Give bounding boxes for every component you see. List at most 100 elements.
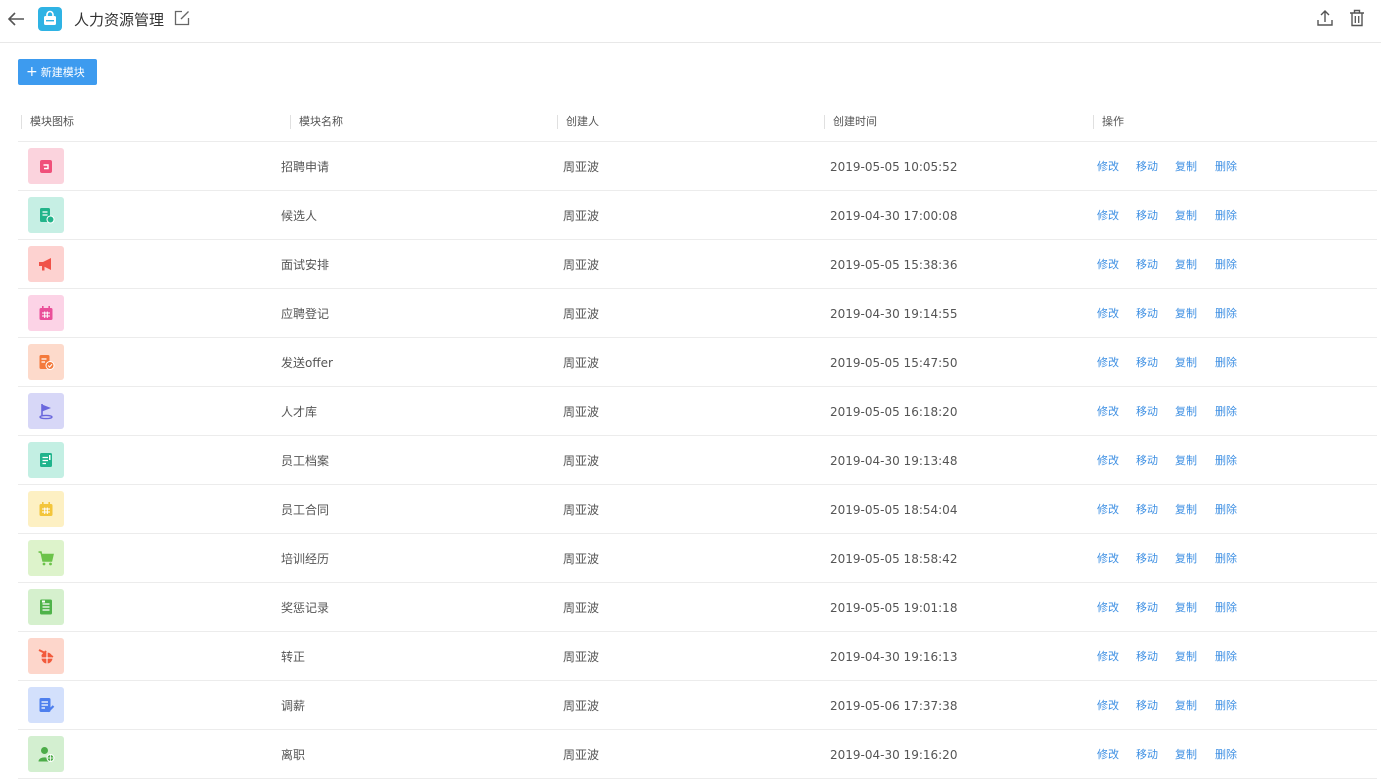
- delete-link[interactable]: 删除: [1215, 404, 1237, 420]
- delete-link[interactable]: 删除: [1215, 502, 1237, 518]
- move-link[interactable]: 移动: [1136, 306, 1158, 322]
- creator-name: 周亚波: [563, 650, 600, 664]
- move-link[interactable]: 移动: [1136, 649, 1158, 665]
- module-icon: [28, 638, 64, 674]
- new-module-button[interactable]: + 新建模块: [18, 59, 97, 85]
- megaphone-icon: [39, 258, 51, 271]
- move-link[interactable]: 移动: [1136, 698, 1158, 714]
- copy-link[interactable]: 复制: [1175, 404, 1197, 420]
- copy-link[interactable]: 复制: [1175, 551, 1197, 567]
- edit-link[interactable]: 修改: [1097, 649, 1119, 665]
- created-time: 2019-05-05 15:47:50: [830, 356, 958, 370]
- delete-link[interactable]: 删除: [1215, 551, 1237, 567]
- delete-link[interactable]: 删除: [1215, 355, 1237, 371]
- module-table: 模块图标 模块名称 创建人 创建时间 操作 招聘申请 周亚波 2019-05-05 …: [18, 102, 1377, 779]
- sheet-icon: [40, 599, 52, 615]
- doc-pen-icon: [39, 698, 55, 713]
- edit-link[interactable]: 修改: [1097, 600, 1119, 616]
- creator-name: 周亚波: [563, 748, 600, 762]
- delete-link[interactable]: 删除: [1215, 306, 1237, 322]
- table-row: 离职 周亚波 2019-04-30 19:16:20 修改 移动 复制 删除: [18, 730, 1377, 779]
- table-body: 招聘申请 周亚波 2019-05-05 10:05:52 修改 移动 复制 删除 候选人 周亚波…: [18, 142, 1377, 779]
- edit-icon[interactable]: [173, 9, 191, 27]
- edit-link[interactable]: 修改: [1097, 355, 1119, 371]
- creator-name: 周亚波: [563, 209, 600, 223]
- delete-link[interactable]: 删除: [1215, 649, 1237, 665]
- copy-link[interactable]: 复制: [1175, 747, 1197, 763]
- column-header-name: 模块名称: [290, 115, 343, 129]
- copy-link[interactable]: 复制: [1175, 649, 1197, 665]
- column-header-actions: 操作: [1093, 115, 1124, 129]
- move-link[interactable]: 移动: [1136, 404, 1158, 420]
- delete-link[interactable]: 删除: [1215, 208, 1237, 224]
- delete-link[interactable]: 删除: [1215, 453, 1237, 469]
- arrow-left-icon[interactable]: [5, 8, 27, 30]
- created-time: 2019-05-05 16:18:20: [830, 405, 958, 419]
- edit-link[interactable]: 修改: [1097, 257, 1119, 273]
- column-header-icon: 模块图标: [21, 115, 74, 129]
- module-name: 人才库: [281, 405, 318, 419]
- creator-name: 周亚波: [563, 454, 600, 468]
- move-link[interactable]: 移动: [1136, 453, 1158, 469]
- creator-name: 周亚波: [563, 258, 600, 272]
- module-name: 调薪: [281, 699, 306, 713]
- copy-link[interactable]: 复制: [1175, 208, 1197, 224]
- upload-icon[interactable]: [1316, 8, 1334, 28]
- edit-link[interactable]: 修改: [1097, 159, 1119, 175]
- copy-link[interactable]: 复制: [1175, 257, 1197, 273]
- created-time: 2019-04-30 17:00:08: [830, 209, 958, 223]
- trash-icon[interactable]: [1348, 8, 1366, 28]
- module-icon: [28, 246, 64, 282]
- user-globe-icon: [38, 747, 55, 762]
- created-time: 2019-05-05 15:38:36: [830, 258, 958, 272]
- module-name: 应聘登记: [281, 307, 330, 321]
- delete-link[interactable]: 删除: [1215, 257, 1237, 273]
- table-row: 员工档案 周亚波 2019-04-30 19:13:48 修改 移动 复制 删除: [18, 436, 1377, 485]
- edit-link[interactable]: 修改: [1097, 453, 1119, 469]
- creator-name: 周亚波: [563, 503, 600, 517]
- move-link[interactable]: 移动: [1136, 208, 1158, 224]
- edit-link[interactable]: 修改: [1097, 502, 1119, 518]
- table-row: 招聘申请 周亚波 2019-05-05 10:05:52 修改 移动 复制 删除: [18, 142, 1377, 191]
- doc-clock-icon: [40, 208, 55, 224]
- module-icon: [28, 491, 64, 527]
- delete-link[interactable]: 删除: [1215, 747, 1237, 763]
- move-link[interactable]: 移动: [1136, 159, 1158, 175]
- creator-name: 周亚波: [563, 552, 600, 566]
- edit-link[interactable]: 修改: [1097, 747, 1119, 763]
- clipboard-icon: [40, 160, 52, 173]
- move-link[interactable]: 移动: [1136, 257, 1158, 273]
- module-icon: [28, 589, 64, 625]
- copy-link[interactable]: 复制: [1175, 502, 1197, 518]
- plane-globe-icon: [38, 649, 54, 664]
- edit-link[interactable]: 修改: [1097, 551, 1119, 567]
- move-link[interactable]: 移动: [1136, 551, 1158, 567]
- module-name: 候选人: [281, 209, 318, 223]
- delete-link[interactable]: 删除: [1215, 600, 1237, 616]
- edit-link[interactable]: 修改: [1097, 698, 1119, 714]
- move-link[interactable]: 移动: [1136, 355, 1158, 371]
- table-header: 模块图标 模块名称 创建人 创建时间 操作: [18, 102, 1377, 142]
- move-link[interactable]: 移动: [1136, 502, 1158, 518]
- module-icon: [28, 736, 64, 772]
- copy-link[interactable]: 复制: [1175, 453, 1197, 469]
- copy-link[interactable]: 复制: [1175, 600, 1197, 616]
- created-time: 2019-05-05 18:58:42: [830, 552, 958, 566]
- edit-link[interactable]: 修改: [1097, 404, 1119, 420]
- move-link[interactable]: 移动: [1136, 600, 1158, 616]
- document-icon: [40, 453, 52, 467]
- delete-link[interactable]: 删除: [1215, 159, 1237, 175]
- delete-link[interactable]: 删除: [1215, 698, 1237, 714]
- table-row: 候选人 周亚波 2019-04-30 17:00:08 修改 移动 复制 删除: [18, 191, 1377, 240]
- copy-link[interactable]: 复制: [1175, 159, 1197, 175]
- copy-link[interactable]: 复制: [1175, 698, 1197, 714]
- copy-link[interactable]: 复制: [1175, 306, 1197, 322]
- edit-link[interactable]: 修改: [1097, 306, 1119, 322]
- module-name: 奖惩记录: [281, 601, 330, 615]
- copy-link[interactable]: 复制: [1175, 355, 1197, 371]
- edit-link[interactable]: 修改: [1097, 208, 1119, 224]
- creator-name: 周亚波: [563, 601, 600, 615]
- module-icon: [28, 344, 64, 380]
- table-row: 员工合同 周亚波 2019-05-05 18:54:04 修改 移动 复制 删除: [18, 485, 1377, 534]
- move-link[interactable]: 移动: [1136, 747, 1158, 763]
